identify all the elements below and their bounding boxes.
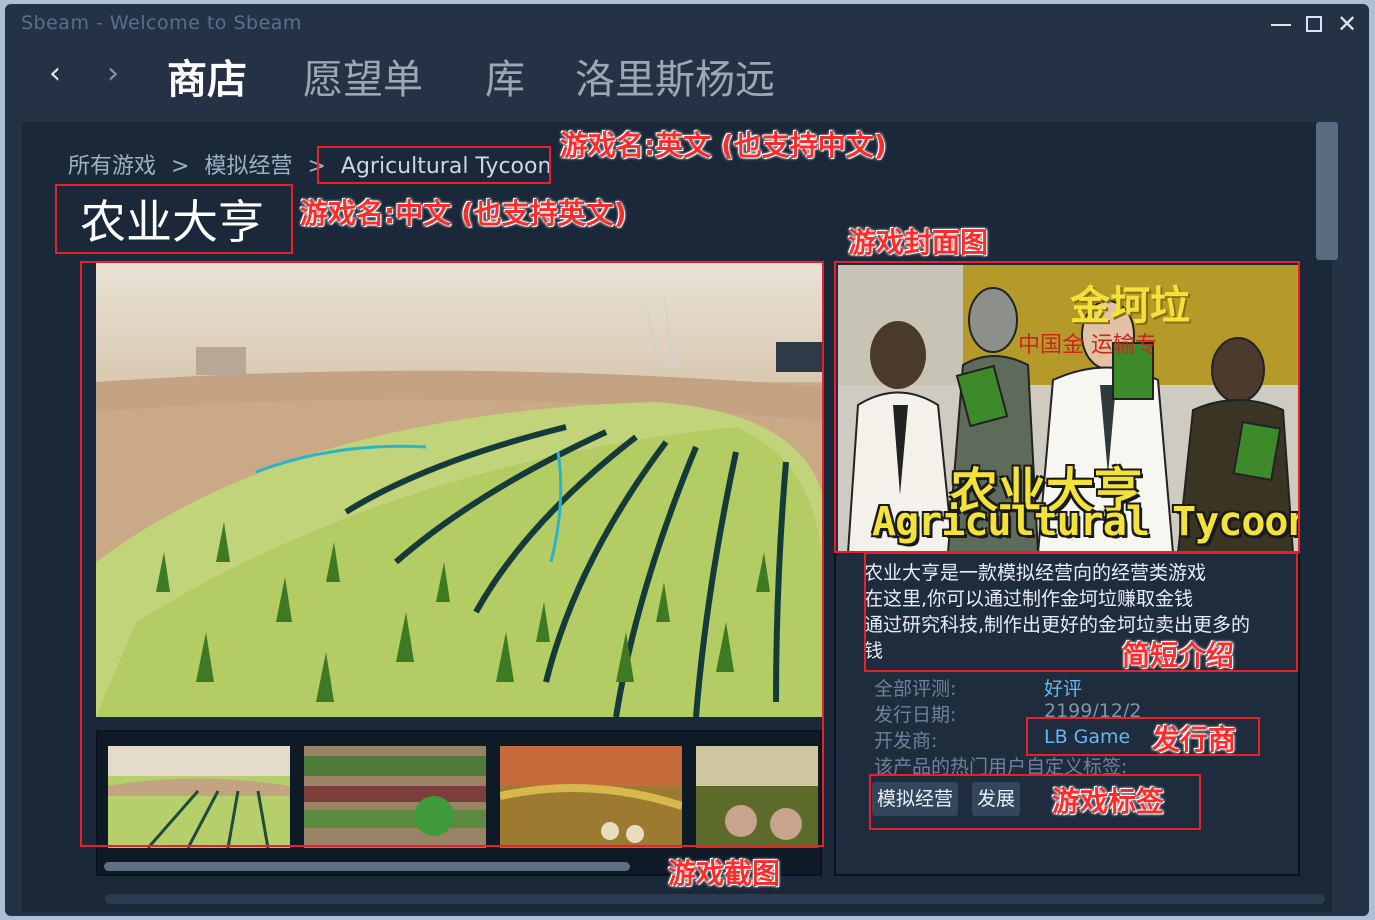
maximize-icon[interactable]	[1297, 8, 1331, 40]
annotation-box-name-cn	[55, 184, 293, 254]
nav-tab-profile[interactable]: 洛里斯杨远	[575, 50, 775, 110]
reviews-label: 全部评测:	[874, 678, 957, 700]
annotation-label-description: 简短介绍	[1122, 639, 1235, 672]
nav-tab-wishlist[interactable]: 愿望单	[303, 50, 423, 110]
window-title: Sbeam - Welcome to Sbeam	[21, 12, 302, 34]
breadcrumb-all-games[interactable]: 所有游戏	[68, 154, 156, 179]
bottom-scrollbar-track[interactable]	[105, 894, 1325, 904]
breadcrumb-simulation[interactable]: 模拟经营	[204, 154, 292, 179]
annotation-label-tags: 游戏标签	[1052, 785, 1165, 818]
nav-tab-library[interactable]: 库	[485, 50, 525, 110]
page-scrollbar[interactable]	[1316, 122, 1338, 260]
annotation-label-name-en: 游戏名:英文 (也支持中文)	[560, 129, 887, 162]
close-icon[interactable]: ✕	[1330, 8, 1364, 40]
annotation-box-screenshots	[80, 261, 824, 847]
breadcrumb-separator: >	[171, 154, 190, 179]
annotation-box-name-en	[317, 146, 551, 184]
nav-tab-store[interactable]: 商店	[167, 50, 247, 110]
release-date-label: 发行日期:	[874, 704, 957, 726]
back-arrow-icon[interactable]: ‹	[49, 56, 61, 91]
developer-label: 开发商:	[874, 730, 938, 752]
top-nav: ‹ › 商店 愿望单 库 洛里斯杨远	[5, 50, 1369, 112]
thumbnail-scrollbar[interactable]	[104, 862, 630, 871]
annotation-label-publisher: 发行商	[1152, 723, 1237, 756]
annotation-label-name-cn: 游戏名:中文 (也支持英文)	[300, 197, 627, 230]
title-bar: Sbeam - Welcome to Sbeam ✕	[5, 4, 1369, 44]
forward-arrow-icon[interactable]: ›	[107, 56, 119, 91]
reviews-value[interactable]: 好评	[1044, 674, 1082, 701]
annotation-box-cover	[834, 261, 1300, 553]
annotation-label-cover: 游戏封面图	[848, 226, 989, 259]
minimize-icon[interactable]	[1263, 8, 1297, 40]
annotation-label-screenshots: 游戏截图	[668, 857, 781, 890]
